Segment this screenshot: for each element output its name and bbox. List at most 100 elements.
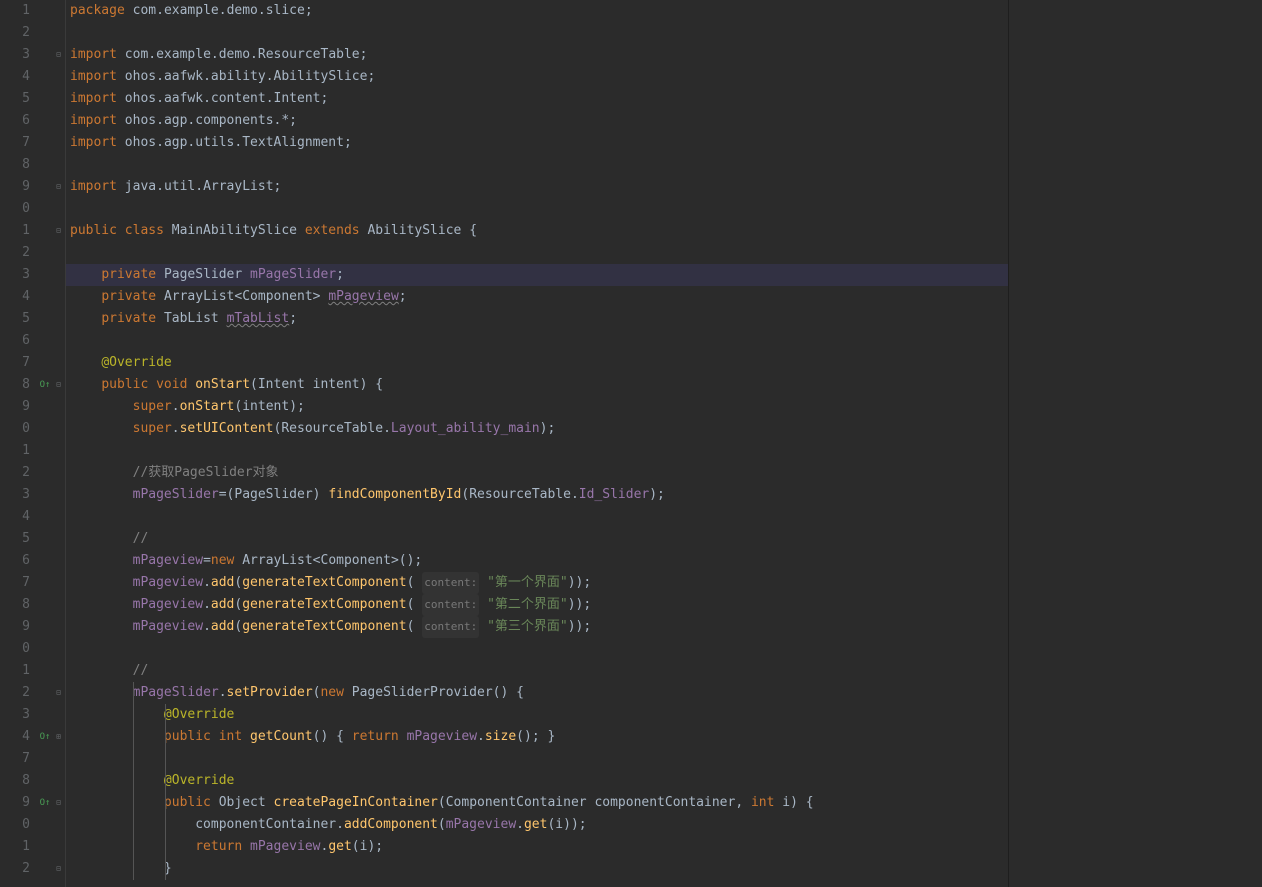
code-line[interactable]: super.setUIContent(ResourceTable.Layout_… (66, 418, 1008, 440)
code-line[interactable]: //获取PageSlider对象 (66, 462, 1008, 484)
token: Layout_ability_main (391, 418, 540, 440)
token: mPageSlider (133, 484, 219, 506)
token: public int (164, 726, 250, 748)
override-icon[interactable]: O↑ (38, 726, 52, 748)
fold-toggle[interactable]: ⊟ (52, 858, 65, 880)
token (70, 572, 133, 594)
token: ( (407, 572, 423, 594)
token: mPageview (250, 836, 320, 858)
token: add (211, 572, 234, 594)
code-line[interactable] (66, 242, 1008, 264)
code-line[interactable]: import ohos.aafwk.ability.AbilitySlice; (66, 66, 1008, 88)
code-line[interactable]: public Object createPageInContainer(Comp… (66, 792, 1008, 814)
code-line[interactable]: // (66, 660, 1008, 682)
fold-toggle[interactable]: ⊟ (52, 792, 65, 814)
code-line[interactable]: return mPageview.get(i); (66, 836, 1008, 858)
code-line[interactable]: @Override (66, 770, 1008, 792)
token: PageSliderProvider (352, 682, 493, 704)
gutter-icon-slot (38, 66, 52, 88)
code-line[interactable]: public void onStart(Intent intent) { (66, 374, 1008, 396)
token: ; (274, 176, 282, 198)
code-line[interactable]: @Override (66, 352, 1008, 374)
gutter-icon-slot (38, 572, 52, 594)
line-number: 1 (0, 0, 30, 22)
gutter-icon-slot (38, 638, 52, 660)
code-line[interactable]: private PageSlider mPageSlider; (66, 264, 1008, 286)
token: example (156, 44, 211, 66)
token: =( (219, 484, 235, 506)
code-line[interactable]: @Override (66, 704, 1008, 726)
fold-toggle[interactable]: ⊟ (52, 682, 65, 704)
line-number: 8 (0, 154, 30, 176)
fold-toggle[interactable]: ⊟ (52, 176, 65, 198)
code-line[interactable]: mPageSlider.setProvider(new PageSliderPr… (66, 682, 1008, 704)
token: . (187, 132, 195, 154)
code-line[interactable] (66, 638, 1008, 660)
token: demo (219, 44, 250, 66)
token: new (320, 682, 351, 704)
token: ( (274, 418, 282, 440)
fold-slot (52, 572, 65, 594)
code-line[interactable]: import ohos.agp.components.*; (66, 110, 1008, 132)
token (70, 418, 133, 440)
code-line[interactable]: import ohos.aafwk.content.Intent; (66, 88, 1008, 110)
code-line[interactable]: mPageview.add(generateTextComponent( con… (66, 616, 1008, 638)
code-line[interactable]: componentContainer.addComponent(mPagevie… (66, 814, 1008, 836)
fold-toggle[interactable]: ⊟ (52, 374, 65, 396)
code-line[interactable] (66, 748, 1008, 770)
code-line[interactable] (66, 440, 1008, 462)
code-line[interactable]: public class MainAbilitySlice extends Ab… (66, 220, 1008, 242)
gutter-icon-slot (38, 440, 52, 462)
code-line[interactable] (66, 154, 1008, 176)
token: ComponentContainer (446, 792, 595, 814)
code-line[interactable]: } (66, 858, 1008, 880)
override-icon[interactable]: O↑ (38, 792, 52, 814)
code-area[interactable]: package com.example.demo.slice; import co… (66, 0, 1008, 887)
fold-slot (52, 352, 65, 374)
token: createPageInContainer (274, 792, 438, 814)
code-line[interactable]: import java.util.ArrayList; (66, 176, 1008, 198)
fold-slot (52, 396, 65, 418)
fold-toggle[interactable]: ⊟ (52, 220, 65, 242)
line-number: 2 (0, 22, 30, 44)
line-number: 8 (0, 770, 30, 792)
token: mTabList (227, 308, 290, 330)
gutter-icon-slot (38, 396, 52, 418)
code-line[interactable] (66, 198, 1008, 220)
code-line[interactable]: mPageview=new ArrayList<Component>(); (66, 550, 1008, 572)
code-line[interactable]: private TabList mTabList; (66, 308, 1008, 330)
code-line[interactable]: mPageview.add(generateTextComponent( con… (66, 572, 1008, 594)
code-line[interactable] (66, 506, 1008, 528)
token: getCount (250, 726, 313, 748)
token: import (70, 66, 125, 88)
token: AbilitySlice (274, 66, 368, 88)
token (70, 550, 133, 572)
code-line[interactable] (66, 22, 1008, 44)
token: Intent (258, 374, 313, 396)
code-editor: 1234567890123456789012345678901234789012… (0, 0, 1262, 887)
token: . (172, 396, 180, 418)
token: ; (305, 0, 313, 22)
code-line[interactable]: mPageview.add(generateTextComponent( con… (66, 594, 1008, 616)
code-line[interactable]: import com.example.demo.ResourceTable; (66, 44, 1008, 66)
fold-toggle[interactable]: ⊟ (52, 44, 65, 66)
code-line[interactable] (66, 330, 1008, 352)
token: content (211, 88, 266, 110)
code-line[interactable]: import ohos.agp.utils.TextAlignment; (66, 132, 1008, 154)
token: mPageview (133, 616, 203, 638)
token: . (516, 814, 524, 836)
code-line[interactable]: super.onStart(intent); (66, 396, 1008, 418)
code-line[interactable]: // (66, 528, 1008, 550)
token: @Override (101, 352, 171, 374)
fold-slot (52, 770, 65, 792)
token: return (352, 726, 407, 748)
token: ( (234, 616, 242, 638)
fold-toggle[interactable]: ⊞ (52, 726, 65, 748)
token: public void (101, 374, 195, 396)
minimap[interactable] (1008, 0, 1262, 887)
code-line[interactable]: package com.example.demo.slice; (66, 0, 1008, 22)
code-line[interactable]: public int getCount() { return mPageview… (66, 726, 1008, 748)
code-line[interactable]: mPageSlider=(PageSlider) findComponentBy… (66, 484, 1008, 506)
override-icon[interactable]: O↑ (38, 374, 52, 396)
code-line[interactable]: private ArrayList<Component> mPageview; (66, 286, 1008, 308)
